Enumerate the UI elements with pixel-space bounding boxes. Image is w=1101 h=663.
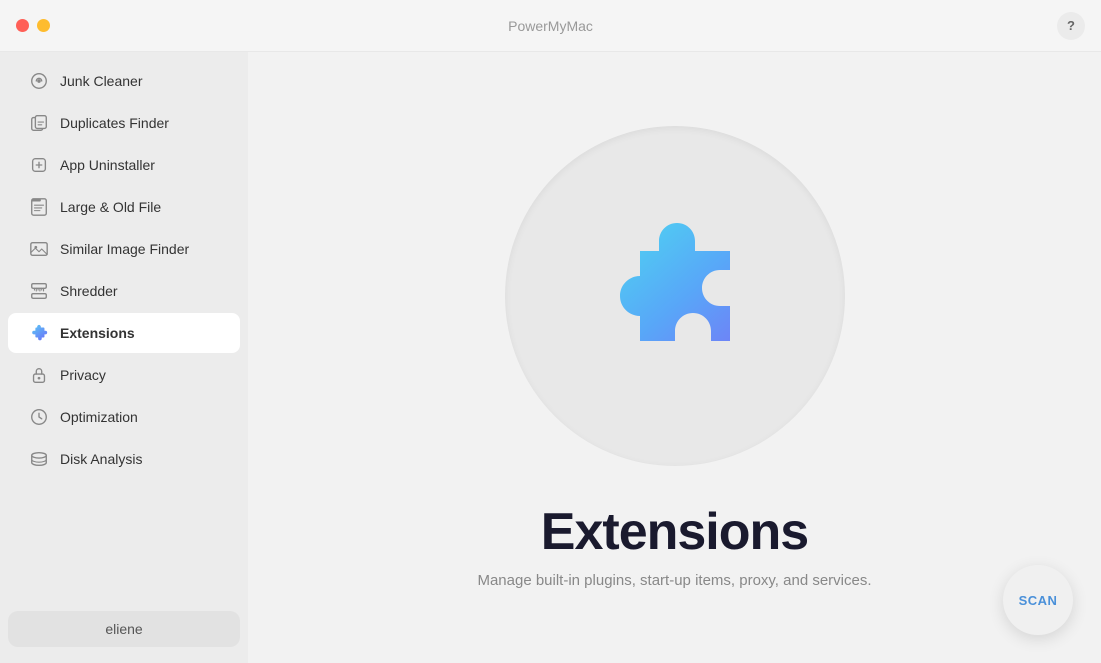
privacy-icon — [28, 364, 50, 386]
sidebar-item-privacy[interactable]: Privacy — [8, 355, 240, 395]
minimize-button[interactable] — [37, 19, 50, 32]
puzzle-svg — [575, 196, 775, 396]
scan-button[interactable]: SCAN — [1003, 565, 1073, 635]
sidebar-item-label: Similar Image Finder — [60, 241, 189, 257]
sidebar-item-large-old-file[interactable]: Large & Old File — [8, 187, 240, 227]
sidebar-user[interactable]: eliene — [8, 611, 240, 647]
image-icon — [28, 238, 50, 260]
extensions-icon — [28, 322, 50, 344]
sidebar-item-label: Privacy — [60, 367, 106, 383]
content-subtitle: Manage built-in plugins, start-up items,… — [477, 572, 871, 589]
sidebar-item-duplicates-finder[interactable]: Duplicates Finder — [8, 103, 240, 143]
icon-circle — [505, 126, 845, 466]
close-button[interactable] — [16, 19, 29, 32]
sidebar-item-label: Large & Old File — [60, 199, 161, 215]
sidebar-item-optimization[interactable]: Optimization — [8, 397, 240, 437]
app-title: PowerMyMac — [508, 18, 593, 34]
sidebar-item-label: Junk Cleaner — [60, 73, 143, 89]
junk-icon — [28, 70, 50, 92]
shredder-icon — [28, 280, 50, 302]
sidebar-item-shredder[interactable]: Shredder — [8, 271, 240, 311]
uninstaller-icon — [28, 154, 50, 176]
sidebar-item-label: Duplicates Finder — [60, 115, 169, 131]
sidebar-item-similar-image-finder[interactable]: Similar Image Finder — [8, 229, 240, 269]
main-layout: Junk Cleaner Duplicates Finder App Un — [0, 52, 1101, 663]
help-button[interactable]: ? — [1057, 12, 1085, 40]
duplicates-icon — [28, 112, 50, 134]
traffic-lights — [16, 19, 50, 32]
sidebar-item-disk-analysis[interactable]: Disk Analysis — [8, 439, 240, 479]
sidebar-item-label: Optimization — [60, 409, 138, 425]
sidebar-item-label: Extensions — [60, 325, 135, 341]
disk-icon — [28, 448, 50, 470]
content-area: Extensions Manage built-in plugins, star… — [248, 52, 1101, 663]
sidebar-item-app-uninstaller[interactable]: App Uninstaller — [8, 145, 240, 185]
sidebar-item-junk-cleaner[interactable]: Junk Cleaner — [8, 61, 240, 101]
sidebar-item-label: Disk Analysis — [60, 451, 142, 467]
sidebar: Junk Cleaner Duplicates Finder App Un — [0, 52, 248, 663]
optimization-icon — [28, 406, 50, 428]
file-icon — [28, 196, 50, 218]
sidebar-item-label: App Uninstaller — [60, 157, 155, 173]
content-title: Extensions — [541, 502, 808, 562]
titlebar: PowerMyMac ? — [0, 0, 1101, 52]
sidebar-item-extensions[interactable]: Extensions — [8, 313, 240, 353]
sidebar-item-label: Shredder — [60, 283, 118, 299]
